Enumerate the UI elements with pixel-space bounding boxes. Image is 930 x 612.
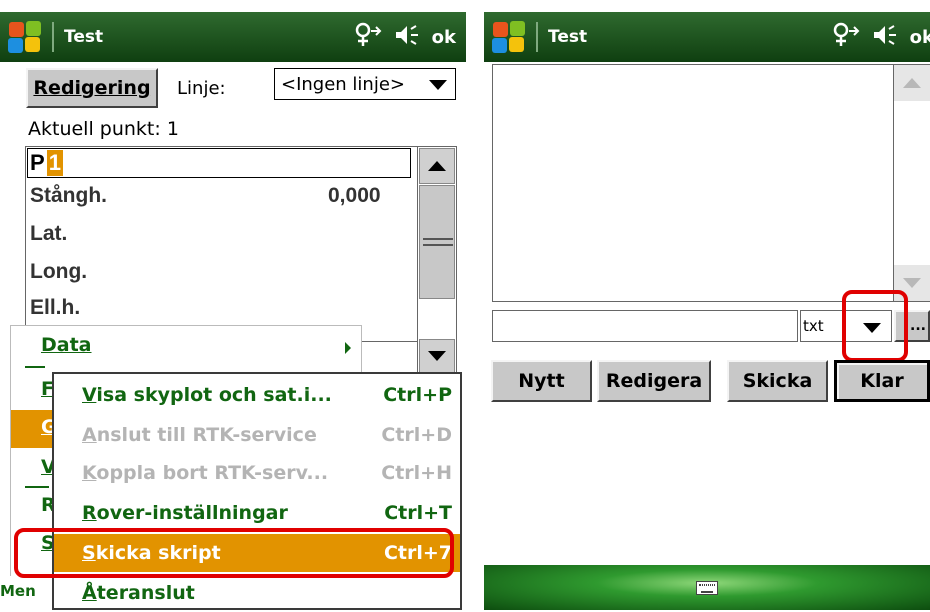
edit-script-button-label: Redigera	[605, 370, 703, 392]
send-button[interactable]: Skicka	[727, 360, 828, 402]
scroll-up-button[interactable]	[419, 148, 455, 184]
line-select-value: <Ingen linje>	[281, 73, 405, 95]
connectivity-icon[interactable]	[354, 22, 382, 53]
submenu-item-rtk-disconnect: Koppla bort RTK-serv... Ctrl+H	[54, 454, 460, 492]
window-title-right: Test	[548, 27, 588, 47]
new-button-label: Nytt	[518, 370, 565, 392]
chevron-down-icon	[429, 80, 447, 90]
row-label-stangh: Stångh.	[30, 184, 107, 207]
submenu-item-rtk-connect-shortcut: Ctrl+D	[381, 424, 452, 446]
row-value-stangh: 0,000	[328, 184, 381, 207]
volume-icon[interactable]	[394, 23, 420, 52]
submenu-item-rover-settings-shortcut: Ctrl+T	[384, 502, 452, 524]
arrow-up-icon-right	[903, 78, 921, 88]
submenu-item-rtk-connect: Anslut till RTK-service Ctrl+D	[54, 416, 460, 454]
arrow-up-icon	[428, 161, 446, 171]
submenu-item-skyplot[interactable]: Visa skyplot och sat.i... Ctrl+P	[54, 376, 460, 414]
keyboard-icon[interactable]	[696, 581, 718, 595]
menu-item-data[interactable]: Data	[11, 328, 361, 366]
submenu-item-reconnect[interactable]: Återanslut	[54, 574, 460, 612]
connectivity-icon-right[interactable]	[832, 22, 860, 53]
send-button-label: Skicka	[742, 370, 813, 392]
textarea-scrollbar[interactable]	[894, 64, 930, 302]
submenu-item-skyplot-shortcut: Ctrl+P	[383, 384, 452, 406]
right-titlebar: Test ok	[484, 12, 930, 62]
menu-item-data-label: Data	[41, 334, 92, 356]
edit-button-label: Redigering	[33, 77, 151, 99]
menu-softkey[interactable]: Men	[0, 582, 36, 600]
edit-button[interactable]: Redigering	[26, 68, 158, 108]
scroll-down-button[interactable]	[419, 339, 455, 373]
ok-button[interactable]: ok	[432, 27, 456, 48]
edit-script-button[interactable]: Redigera	[597, 360, 711, 402]
current-point-label: Aktuell punkt: 1	[28, 118, 179, 140]
done-button[interactable]: Klar	[834, 360, 930, 402]
title-separator-right	[536, 22, 538, 52]
softkey-bar: Men	[0, 576, 60, 610]
filetype-value: txt	[803, 317, 824, 335]
submenu-item-rtk-disconnect-shortcut: Ctrl+H	[381, 462, 452, 484]
done-button-label: Klar	[860, 370, 904, 392]
filename-input[interactable]	[492, 310, 798, 342]
highlight-filetype	[842, 290, 908, 362]
window-title: Test	[64, 27, 104, 47]
windows-start-icon-right[interactable]	[492, 20, 526, 54]
line-label: Linje:	[177, 78, 226, 99]
point-name-row[interactable]: P 1	[27, 148, 411, 178]
menu-separator	[25, 366, 45, 368]
left-titlebar: Test ok	[0, 12, 466, 62]
submenu-item-reconnect-label: Återanslut	[82, 582, 195, 604]
submenu-item-rtk-connect-label: Anslut till RTK-service	[82, 424, 317, 446]
submenu-item-rover-settings[interactable]: Rover-inställningar Ctrl+T	[54, 494, 460, 532]
list-scrollbar[interactable]	[417, 146, 457, 376]
arrow-down-icon-right	[903, 278, 921, 288]
submenu-item-rtk-disconnect-label: Koppla bort RTK-serv...	[82, 462, 329, 484]
highlight-send-script	[14, 528, 454, 578]
script-textarea[interactable]	[492, 64, 894, 302]
row-label-long: Long.	[30, 260, 88, 283]
point-name-input[interactable]: 1	[46, 150, 63, 176]
thumb-grip-icon	[423, 238, 453, 246]
submenu-item-rover-settings-label: Rover-inställningar	[82, 502, 288, 524]
scroll-thumb[interactable]	[419, 185, 455, 299]
submenu-arrow-icon	[345, 342, 351, 354]
volume-icon-right[interactable]	[872, 23, 898, 52]
row-label-ellh: Ell.h.	[30, 296, 81, 319]
line-select[interactable]: <Ingen linje>	[274, 68, 456, 100]
row-label-lat: Lat.	[30, 222, 68, 245]
point-prefix: P	[30, 150, 45, 175]
title-separator	[52, 22, 54, 52]
new-button[interactable]: Nytt	[491, 360, 592, 402]
ok-button-right[interactable]: ok	[910, 27, 930, 48]
bottom-softkey-bar	[484, 565, 930, 610]
arrow-down-icon	[428, 351, 446, 361]
browse-button-label: ...	[910, 318, 926, 334]
submenu-item-skyplot-label: Visa skyplot och sat.i...	[82, 384, 332, 406]
windows-start-icon[interactable]	[8, 20, 42, 54]
scroll-up-button-right[interactable]	[894, 65, 930, 101]
